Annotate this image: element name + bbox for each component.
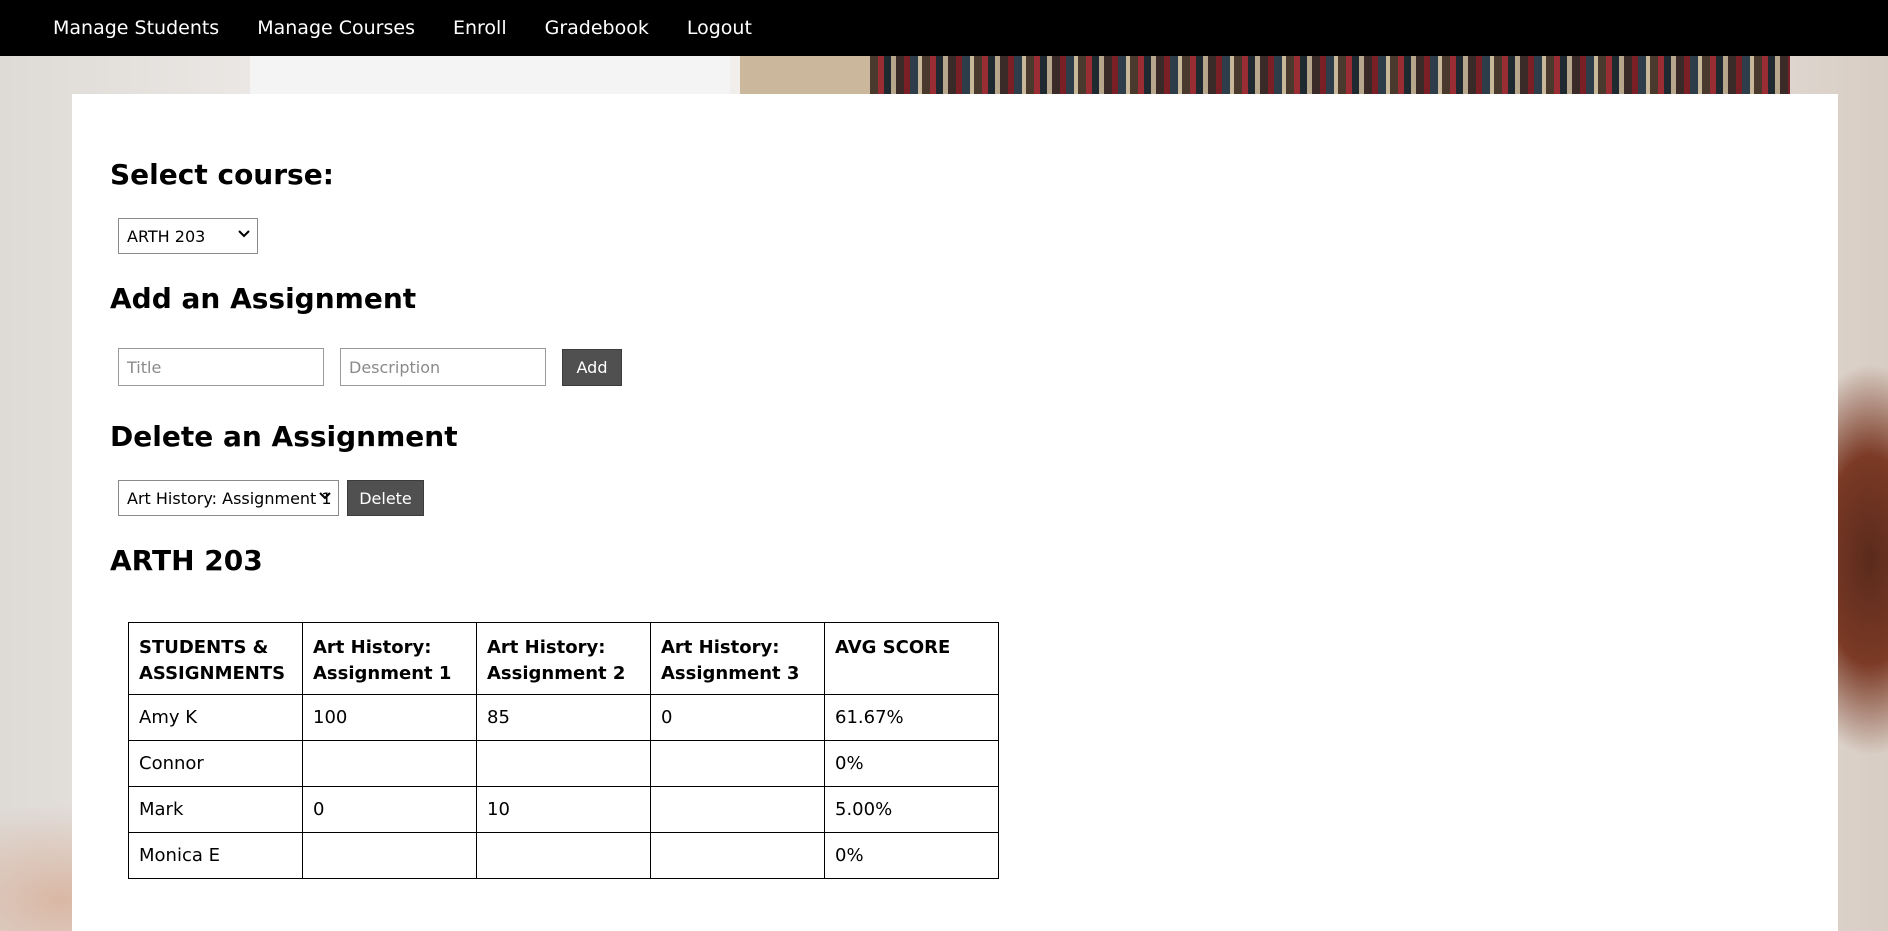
delete-assignment-button[interactable]: Delete: [347, 480, 424, 516]
course-select[interactable]: ARTH 203: [118, 218, 258, 254]
grade-cell[interactable]: 0: [650, 694, 825, 741]
gradebook-table: STUDENTS & ASSIGNMENTS Art History: Assi…: [128, 622, 999, 879]
avg-score-cell: 0%: [824, 740, 999, 787]
grade-cell[interactable]: [302, 832, 477, 879]
grade-cell[interactable]: 85: [476, 694, 651, 741]
avg-score-cell: 5.00%: [824, 786, 999, 833]
grade-cell[interactable]: 100: [302, 694, 477, 741]
course-gradebook-heading: ARTH 203: [110, 544, 263, 577]
header-assignment-1: Art History: Assignment 1: [302, 622, 477, 695]
assignment-description-placeholder: Description: [349, 357, 441, 377]
header-students-assignments: STUDENTS & ASSIGNMENTS: [128, 622, 303, 695]
student-name-cell: Amy K: [128, 694, 303, 741]
grade-cell[interactable]: 0: [302, 786, 477, 833]
chevron-down-icon: [319, 492, 331, 500]
add-assignment-button[interactable]: Add: [562, 349, 622, 386]
nav-enroll[interactable]: Enroll: [434, 17, 526, 39]
select-course-heading: Select course:: [110, 158, 334, 191]
nav-gradebook[interactable]: Gradebook: [526, 17, 668, 39]
nav-manage-courses[interactable]: Manage Courses: [238, 17, 434, 39]
top-navigation-bar: Manage Students Manage Courses Enroll Gr…: [0, 0, 1888, 56]
student-name-cell: Mark: [128, 786, 303, 833]
table-row: Amy K 100 85 0 61.67%: [128, 694, 999, 741]
grade-cell[interactable]: [476, 832, 651, 879]
grade-cell[interactable]: [302, 740, 477, 787]
avg-score-cell: 0%: [824, 832, 999, 879]
avg-score-cell: 61.67%: [824, 694, 999, 741]
assignment-title-placeholder: Title: [127, 357, 162, 377]
add-assignment-heading: Add an Assignment: [110, 282, 417, 315]
main-content-card: Select course: ARTH 203 Add an Assignmen…: [72, 94, 1838, 931]
grade-cell[interactable]: [650, 786, 825, 833]
course-select-value: ARTH 203: [127, 226, 206, 246]
nav-manage-students[interactable]: Manage Students: [34, 17, 238, 39]
nav-logout[interactable]: Logout: [668, 17, 771, 39]
table-row: Connor 0%: [128, 740, 999, 787]
chevron-down-icon: [238, 230, 250, 238]
delete-assignment-heading: Delete an Assignment: [110, 420, 458, 453]
grade-cell[interactable]: 10: [476, 786, 651, 833]
student-name-cell: Connor: [128, 740, 303, 787]
table-header-row: STUDENTS & ASSIGNMENTS Art History: Assi…: [128, 622, 999, 695]
delete-assignment-select-value: Art History: Assignment 1: [127, 488, 332, 508]
header-avg-score: AVG SCORE: [824, 622, 999, 695]
header-assignment-3: Art History: Assignment 3: [650, 622, 825, 695]
grade-cell[interactable]: [650, 832, 825, 879]
background-window: [250, 56, 730, 96]
header-assignment-2: Art History: Assignment 2: [476, 622, 651, 695]
table-row: Mark 0 10 5.00%: [128, 786, 999, 833]
assignment-description-input[interactable]: Description: [340, 348, 546, 386]
grade-cell[interactable]: [650, 740, 825, 787]
delete-assignment-select[interactable]: Art History: Assignment 1: [118, 480, 339, 516]
student-name-cell: Monica E: [128, 832, 303, 879]
background-bookshelf: [740, 56, 1790, 96]
table-row: Monica E 0%: [128, 832, 999, 879]
grade-cell[interactable]: [476, 740, 651, 787]
background-shelf-edge: [740, 56, 870, 96]
assignment-title-input[interactable]: Title: [118, 348, 324, 386]
